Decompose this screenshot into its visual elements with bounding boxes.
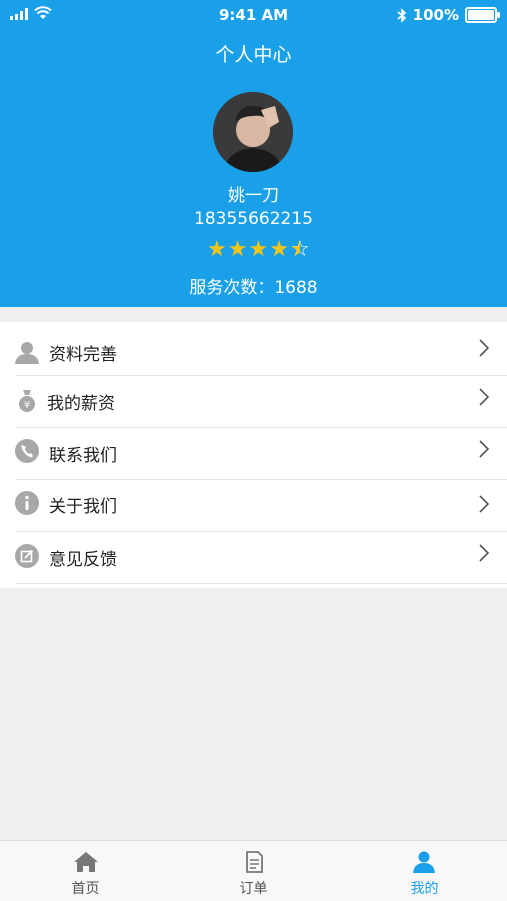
tab-mine[interactable]: 我的 (338, 841, 507, 901)
svg-text:¥: ¥ (24, 400, 30, 411)
chevron-right-icon (479, 544, 490, 562)
info-icon (15, 491, 39, 515)
status-right: 100% (397, 6, 500, 24)
tab-bar: 首页 订单 我的 (0, 840, 507, 901)
chevron-right-icon (479, 495, 490, 513)
profile-header: 9:41 AM 100% 个人中心 姚一刀 18355662215 ★ ★ ★ … (0, 0, 507, 307)
user-name: 姚一刀 (228, 186, 279, 206)
document-icon (246, 851, 263, 873)
chevron-right-icon (479, 440, 490, 458)
tab-home[interactable]: 首页 (0, 841, 169, 901)
tab-label: 首页 (71, 881, 100, 897)
menu-item-label: 我的薪资 (47, 394, 115, 414)
money-bag-icon: ¥ (19, 390, 35, 412)
chevron-right-icon (479, 388, 490, 406)
star-icon: ★ (207, 237, 227, 262)
avatar[interactable] (213, 92, 293, 172)
tab-label: 订单 (239, 881, 268, 897)
status-bar: 9:41 AM 100% (0, 0, 507, 30)
star-icon: ★ (269, 237, 289, 262)
service-count: 服务次数：1688 (189, 278, 318, 298)
user-icon (413, 851, 435, 873)
settings-menu: 资料完善 ¥ 我的薪资 联系我们 关于我们 意见反馈 (0, 322, 507, 588)
rating-stars: ★ ★ ★ ★ ☆★ (207, 238, 310, 262)
menu-item-salary[interactable]: ¥ 我的薪资 (0, 376, 507, 428)
battery-icon (465, 7, 500, 23)
star-icon: ★ (227, 237, 248, 262)
tab-label: 我的 (410, 881, 439, 897)
menu-item-profile[interactable]: 资料完善 (0, 324, 507, 376)
person-icon (15, 342, 39, 364)
menu-item-about[interactable]: 关于我们 (0, 480, 507, 532)
chevron-right-icon (479, 339, 490, 357)
bluetooth-icon (397, 7, 406, 23)
edit-icon (15, 544, 39, 568)
menu-item-feedback[interactable]: 意见反馈 (0, 532, 507, 584)
menu-item-label: 资料完善 (49, 345, 117, 365)
half-star-icon: ☆★ (289, 237, 310, 262)
user-phone: 18355662215 (194, 209, 313, 229)
menu-item-contact[interactable]: 联系我们 (0, 428, 507, 480)
menu-item-label: 联系我们 (49, 446, 117, 466)
phone-icon (15, 439, 39, 463)
tab-orders[interactable]: 订单 (169, 841, 338, 901)
menu-item-label: 意见反馈 (49, 550, 117, 570)
menu-item-label: 关于我们 (49, 497, 117, 517)
battery-percent: 100% (412, 6, 459, 24)
page-title: 个人中心 (215, 44, 292, 66)
home-icon (74, 852, 98, 872)
star-icon: ★ (248, 237, 269, 262)
